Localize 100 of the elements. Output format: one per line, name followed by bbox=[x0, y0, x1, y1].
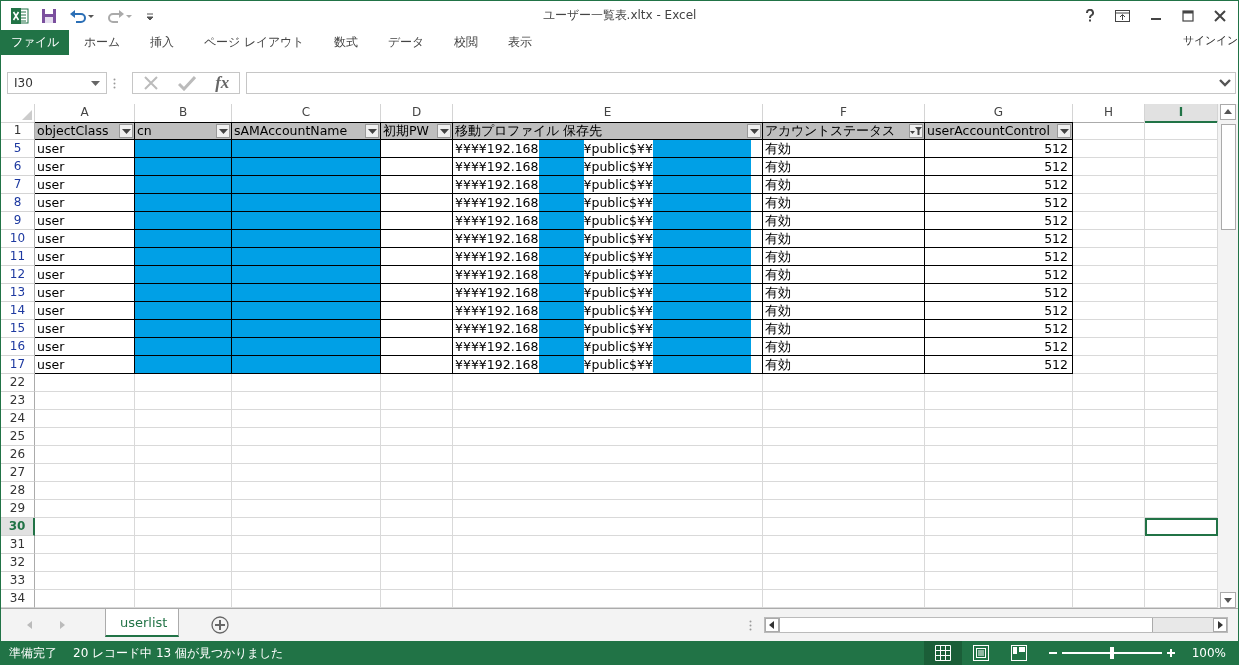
redaction-block bbox=[538, 230, 584, 247]
normal-view-button[interactable] bbox=[923, 641, 962, 665]
zoom-slider-thumb[interactable] bbox=[1109, 647, 1114, 659]
filter-button[interactable] bbox=[437, 124, 451, 138]
path-text: ¥public$¥¥ bbox=[583, 194, 653, 211]
excel-logo-icon bbox=[11, 7, 29, 24]
table-cell: 有効 bbox=[763, 158, 925, 176]
filter-icon bbox=[910, 126, 922, 136]
zoom-level[interactable]: 100% bbox=[1191, 646, 1226, 660]
save-icon[interactable] bbox=[41, 7, 57, 24]
ribbon-tab[interactable]: ホーム bbox=[69, 30, 135, 55]
expand-icon[interactable] bbox=[1219, 79, 1231, 87]
row-header[interactable]: 24 bbox=[1, 410, 35, 428]
zoom-in-icon[interactable] bbox=[1165, 648, 1176, 658]
column-header[interactable]: H bbox=[1073, 104, 1145, 123]
filter-button[interactable] bbox=[216, 124, 230, 138]
row-header[interactable]: 13 bbox=[1, 284, 35, 302]
row-header[interactable]: 28 bbox=[1, 482, 35, 500]
table-cell: 512 bbox=[925, 302, 1073, 320]
redaction-block bbox=[538, 248, 584, 265]
ribbon-tab[interactable]: 数式 bbox=[318, 30, 373, 55]
row-header[interactable]: 16 bbox=[1, 338, 35, 356]
empty-cell bbox=[381, 446, 453, 464]
table-cell: 有効 bbox=[763, 356, 925, 374]
help-icon[interactable] bbox=[1085, 9, 1095, 22]
row-header[interactable]: 15 bbox=[1, 320, 35, 338]
row-header[interactable]: 6 bbox=[1, 158, 35, 176]
empty-cell bbox=[1073, 572, 1145, 590]
table-cell: 512 bbox=[925, 176, 1073, 194]
active-cell[interactable] bbox=[1145, 518, 1218, 536]
path-text: ¥¥¥¥192.168 bbox=[455, 230, 539, 247]
customize-toolbar-icon[interactable] bbox=[145, 10, 155, 21]
status-mode: 準備完了 bbox=[9, 644, 57, 662]
dropdown-icon bbox=[439, 128, 449, 134]
row-header[interactable]: 25 bbox=[1, 428, 35, 446]
empty-cell bbox=[1073, 140, 1145, 158]
row-header[interactable]: 10 bbox=[1, 230, 35, 248]
scroll-left-icon[interactable] bbox=[765, 618, 779, 632]
row-header[interactable]: 8 bbox=[1, 194, 35, 212]
row-header[interactable]: 7 bbox=[1, 176, 35, 194]
formula-input[interactable] bbox=[246, 72, 1236, 94]
empty-cell bbox=[381, 572, 453, 590]
redaction-block bbox=[538, 158, 584, 175]
close-icon[interactable] bbox=[1214, 9, 1226, 22]
dropdown-icon bbox=[1059, 128, 1069, 134]
row-header[interactable]: 5 bbox=[1, 140, 35, 158]
row-header[interactable]: 9 bbox=[1, 212, 35, 230]
empty-cell bbox=[1073, 356, 1145, 374]
row-header[interactable]: 12 bbox=[1, 266, 35, 284]
empty-cell bbox=[381, 410, 453, 428]
check-icon[interactable] bbox=[177, 75, 196, 91]
empty-cell bbox=[1073, 338, 1145, 356]
column-heading: 移動プロファイル 保存先 bbox=[455, 123, 602, 139]
column-header[interactable]: I bbox=[1145, 104, 1218, 123]
filter-button[interactable] bbox=[1057, 124, 1071, 138]
row-header[interactable]: 17 bbox=[1, 356, 35, 374]
ribbon-tab[interactable]: 挿入 bbox=[135, 30, 189, 55]
path-text: ¥¥¥¥192.168 bbox=[455, 158, 539, 175]
table-cell: 512 bbox=[925, 194, 1073, 212]
scrollbar-thumb[interactable] bbox=[779, 618, 1153, 632]
splitter-icon[interactable] bbox=[749, 619, 752, 631]
ribbon-tab[interactable]: 校閲 bbox=[438, 30, 493, 55]
row-header[interactable]: 11 bbox=[1, 248, 35, 266]
scroll-up-icon[interactable] bbox=[1220, 104, 1236, 120]
ribbon-tab[interactable]: データ bbox=[372, 30, 439, 55]
path-text: ¥public$¥¥ bbox=[583, 338, 653, 355]
scrollbar-thumb[interactable] bbox=[1220, 124, 1236, 230]
sheet-tab[interactable]: userlist bbox=[105, 609, 179, 637]
filter-button[interactable] bbox=[119, 124, 133, 138]
row-header[interactable]: 23 bbox=[1, 392, 35, 410]
filter-button[interactable] bbox=[747, 124, 761, 138]
row-header[interactable]: 27 bbox=[1, 464, 35, 482]
row-header[interactable]: 33 bbox=[1, 572, 35, 590]
name-box[interactable]: I30 bbox=[7, 72, 107, 94]
table-cell: 512 bbox=[925, 140, 1073, 158]
empty-cell bbox=[1073, 428, 1145, 446]
scroll-right-icon[interactable] bbox=[1213, 618, 1227, 632]
page-break-icon bbox=[1010, 645, 1027, 661]
scroll-down-icon[interactable] bbox=[1220, 592, 1236, 608]
ribbon-display-icon[interactable] bbox=[1115, 9, 1130, 22]
maximize-icon[interactable] bbox=[1182, 9, 1194, 22]
row-header[interactable]: 26 bbox=[1, 446, 35, 464]
row-header[interactable]: 31 bbox=[1, 536, 35, 554]
table-cell: 有効 bbox=[763, 302, 925, 320]
table-cell: 有効 bbox=[763, 248, 925, 266]
row-header[interactable]: 14 bbox=[1, 302, 35, 320]
sign-in-link[interactable]: サインイン bbox=[1183, 30, 1238, 55]
filter-button[interactable] bbox=[365, 124, 379, 138]
ribbon-tab[interactable]: ページ レイアウト bbox=[189, 30, 319, 55]
row-header[interactable]: 30 bbox=[1, 518, 35, 536]
row-header[interactable]: 22 bbox=[1, 374, 35, 392]
add-sheet-icon[interactable] bbox=[211, 616, 229, 634]
column-heading: objectClass bbox=[37, 123, 109, 139]
undo-icon[interactable] bbox=[69, 7, 95, 24]
row-header[interactable]: 32 bbox=[1, 554, 35, 572]
ribbon-tab[interactable]: 表示 bbox=[492, 30, 547, 55]
table-cell: 512 bbox=[925, 338, 1073, 356]
path-text: ¥¥¥¥192.168 bbox=[455, 248, 539, 265]
filter-button[interactable] bbox=[909, 124, 923, 138]
insert-function-button[interactable]: fx bbox=[215, 73, 230, 93]
